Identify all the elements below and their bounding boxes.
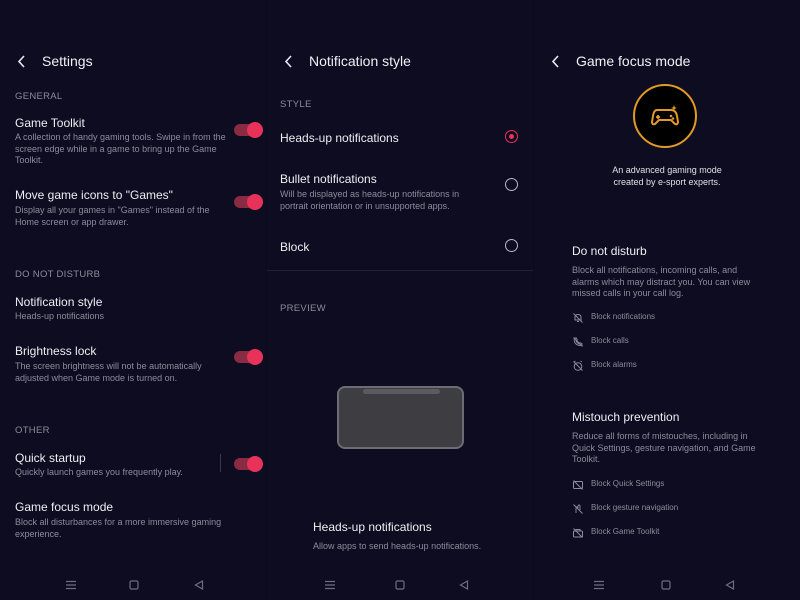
move-icons-toggle[interactable] <box>234 194 263 210</box>
section-general: GENERAL <box>15 91 63 102</box>
game-toolkit-title: Game Toolkit <box>15 116 85 130</box>
navigation-bar <box>0 570 266 600</box>
quick-settings-off-icon <box>572 478 584 490</box>
settings-panel: Settings GENERAL Game Toolkit A collecti… <box>0 0 266 600</box>
section-style: STYLE <box>280 99 312 110</box>
feature-block-calls: Block calls <box>591 336 629 345</box>
menu-icon[interactable] <box>64 578 78 592</box>
intro-line-2: created by e-sport experts. <box>613 177 721 187</box>
preview-desc: Allow apps to send heads-up notification… <box>313 541 482 551</box>
back-triangle-icon[interactable] <box>457 578 471 592</box>
feature-block-quick-settings: Block Quick Settings <box>591 479 665 488</box>
section-dnd: DO NOT DISTURB <box>15 269 101 280</box>
back-triangle-icon[interactable] <box>192 578 206 592</box>
intro-line-1: An advanced gaming mode <box>612 165 722 175</box>
game-toolkit-toggle[interactable] <box>234 122 263 138</box>
settings-header: Settings <box>14 52 93 70</box>
navigation-bar <box>534 570 800 600</box>
option-bullet-label: Bullet notifications <box>280 172 377 186</box>
gamepad-icon <box>633 84 697 148</box>
radio-bullet[interactable] <box>505 178 518 191</box>
notification-style-value: Heads-up notifications <box>15 311 105 321</box>
feature-block-alarms: Block alarms <box>591 360 637 369</box>
dnd-desc: Block all notifications, incoming calls,… <box>572 265 751 298</box>
quick-startup-toggle[interactable] <box>234 456 263 472</box>
game-focus-panel: Game focus mode An advanced gaming mode … <box>534 0 800 600</box>
divider <box>220 454 221 472</box>
back-arrow-icon[interactable] <box>14 54 28 68</box>
move-icons-desc: Display all your games in "Games" instea… <box>15 205 210 227</box>
home-square-icon[interactable] <box>393 578 407 592</box>
game-focus-header: Game focus mode <box>548 52 690 70</box>
call-off-icon <box>572 335 584 347</box>
option-block-label: Block <box>280 240 310 254</box>
notification-style-header: Notification style <box>281 52 411 70</box>
notification-off-icon <box>572 311 584 323</box>
section-preview: PREVIEW <box>280 303 326 314</box>
navigation-bar <box>267 570 533 600</box>
section-other: OTHER <box>15 425 50 436</box>
brightness-lock-desc: The screen brightness will not be automa… <box>15 361 202 383</box>
mistouch-title: Mistouch prevention <box>572 410 680 424</box>
option-headsup-label: Heads-up notifications <box>280 131 399 145</box>
radio-headsup[interactable] <box>505 130 518 143</box>
phone-preview-image <box>337 386 464 449</box>
back-arrow-icon[interactable] <box>281 54 295 68</box>
page-title: Game focus mode <box>576 53 691 69</box>
dnd-title: Do not disturb <box>572 244 647 258</box>
notification-style-panel: Notification style STYLE Heads-up notifi… <box>267 0 533 600</box>
back-arrow-icon[interactable] <box>548 54 562 68</box>
alarm-off-icon <box>572 359 584 371</box>
notification-style-title: Notification style <box>15 295 103 309</box>
preview-title: Heads-up notifications <box>313 520 432 534</box>
toolkit-off-icon <box>572 526 584 538</box>
gesture-off-icon <box>572 502 584 514</box>
game-focus-desc: Block all disturbances for a more immers… <box>15 517 222 539</box>
divider <box>267 270 533 271</box>
option-bullet-desc: Will be displayed as heads-up notificati… <box>280 189 460 211</box>
feature-block-gesture-navigation: Block gesture navigation <box>591 503 679 512</box>
page-title: Notification style <box>309 53 411 69</box>
mistouch-desc: Reduce all forms of mistouches, includin… <box>572 431 756 464</box>
menu-icon[interactable] <box>323 578 337 592</box>
radio-block[interactable] <box>505 239 518 252</box>
game-toolkit-desc: A collection of handy gaming tools. Swip… <box>15 132 226 165</box>
feature-block-game-toolkit: Block Game Toolkit <box>591 527 660 536</box>
game-focus-title: Game focus mode <box>15 500 114 514</box>
page-title: Settings <box>42 53 93 69</box>
brightness-lock-toggle[interactable] <box>234 349 263 365</box>
feature-block-notifications: Block notifications <box>591 312 656 321</box>
brightness-lock-title: Brightness lock <box>15 344 97 358</box>
home-square-icon[interactable] <box>127 578 141 592</box>
back-triangle-icon[interactable] <box>723 578 737 592</box>
quick-startup-title: Quick startup <box>15 451 86 465</box>
menu-icon[interactable] <box>592 578 606 592</box>
quick-startup-desc: Quickly launch games you frequently play… <box>15 467 183 477</box>
home-square-icon[interactable] <box>659 578 673 592</box>
move-icons-title: Move game icons to "Games" <box>15 188 173 202</box>
